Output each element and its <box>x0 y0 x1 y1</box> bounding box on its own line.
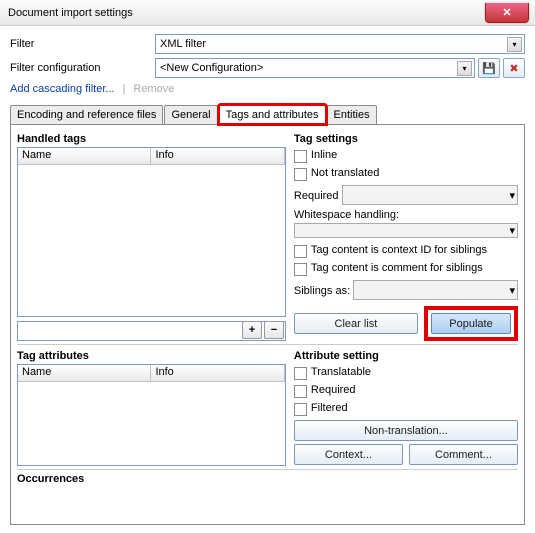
comment-checkbox[interactable] <box>294 263 307 276</box>
remove-tag-button[interactable]: − <box>264 321 284 339</box>
list-header: Name Info <box>18 365 285 382</box>
chevron-down-icon: ▾ <box>509 224 515 237</box>
filter-config-value: <New Configuration> <box>160 62 263 74</box>
siblings-as-combo[interactable]: ▾ <box>353 280 518 300</box>
divider <box>17 469 518 470</box>
comment-button[interactable]: Comment... <box>409 444 518 465</box>
context-id-checkbox[interactable] <box>294 245 307 258</box>
filter-config-combo[interactable]: <New Configuration> ▾ <box>155 58 475 78</box>
siblings-as-label: Siblings as: <box>294 285 350 297</box>
inline-label: Inline <box>311 149 337 161</box>
context-id-label: Tag content is context ID for siblings <box>311 244 487 256</box>
save-icon: 💾 <box>482 62 496 75</box>
attr-required-label: Required <box>311 384 356 396</box>
tab-panel: Handled tags Name Info + − Tag settings … <box>10 125 525 525</box>
whitespace-label: Whitespace handling: <box>294 209 518 221</box>
tab-tags-and-attributes[interactable]: Tags and attributes <box>219 105 326 124</box>
translatable-label: Translatable <box>311 366 371 378</box>
tab-entities[interactable]: Entities <box>327 105 377 124</box>
tab-general[interactable]: General <box>164 105 217 124</box>
save-config-button[interactable]: 💾 <box>478 58 500 78</box>
comment-label: Tag content is comment for siblings <box>311 262 483 274</box>
filtered-label: Filtered <box>311 402 348 414</box>
filter-links-row: Add cascading filter... | Remove <box>10 83 525 95</box>
clear-list-button[interactable]: Clear list <box>294 313 418 334</box>
tag-attributes-section: Tag attributes Name Info <box>17 348 286 466</box>
titlebar: Document import settings ✕ <box>0 0 535 26</box>
tab-encoding[interactable]: Encoding and reference files <box>10 105 163 124</box>
close-button[interactable]: ✕ <box>485 3 529 23</box>
chevron-down-icon: ▾ <box>509 284 515 297</box>
context-button[interactable]: Context... <box>294 444 403 465</box>
tag-add-remove: + − <box>17 321 286 339</box>
attribute-settings-section: Attribute setting Translatable Required … <box>290 348 518 466</box>
add-tag-button[interactable]: + <box>242 321 262 339</box>
col-info: Info <box>151 148 284 164</box>
add-cascading-filter-link[interactable]: Add cascading filter... <box>10 83 115 95</box>
tag-attributes-list[interactable]: Name Info <box>17 364 286 466</box>
col-info: Info <box>151 365 284 381</box>
required-label: Required <box>294 190 339 202</box>
not-translated-label: Not translated <box>311 167 379 179</box>
list-body <box>18 382 285 465</box>
attribute-settings-title: Attribute setting <box>294 350 518 362</box>
populate-highlight: Populate <box>424 306 518 341</box>
list-header: Name Info <box>18 148 285 165</box>
tab-bar: Encoding and reference files General Tag… <box>10 103 525 125</box>
content-area: Filter XML filter ▾ Filter configuration… <box>0 26 535 533</box>
required-combo[interactable]: ▾ <box>342 185 518 205</box>
attr-required-checkbox[interactable] <box>294 385 307 398</box>
separator: | <box>123 83 126 95</box>
delete-icon: ✖ <box>509 62 518 75</box>
remove-filter-link: Remove <box>133 83 174 95</box>
chevron-down-icon: ▾ <box>507 37 522 52</box>
occurrences-title: Occurrences <box>17 473 518 485</box>
filter-label: Filter <box>10 38 155 50</box>
handled-tags-section: Handled tags Name Info + − <box>17 131 286 341</box>
list-body <box>18 165 285 316</box>
translatable-checkbox[interactable] <box>294 367 307 380</box>
inline-checkbox[interactable] <box>294 150 307 163</box>
filter-combo[interactable]: XML filter ▾ <box>155 34 525 54</box>
filter-value: XML filter <box>160 38 206 50</box>
populate-button[interactable]: Populate <box>431 313 511 334</box>
window-title: Document import settings <box>8 7 133 19</box>
non-translation-button[interactable]: Non-translation... <box>294 420 518 441</box>
tab-label: Encoding and reference files <box>17 109 156 121</box>
chevron-down-icon: ▾ <box>457 61 472 76</box>
close-icon: ✕ <box>502 6 511 19</box>
col-name: Name <box>18 365 151 381</box>
not-translated-checkbox[interactable] <box>294 168 307 181</box>
whitespace-combo[interactable]: ▾ <box>294 223 518 238</box>
tab-label: Entities <box>334 109 370 121</box>
filtered-checkbox[interactable] <box>294 403 307 416</box>
tag-settings-title: Tag settings <box>294 133 518 145</box>
divider <box>17 344 518 345</box>
filter-config-label: Filter configuration <box>10 62 155 74</box>
minus-icon: − <box>271 324 277 336</box>
filter-config-row: Filter configuration <New Configuration>… <box>10 58 525 78</box>
handled-tags-title: Handled tags <box>17 133 286 145</box>
tag-settings-section: Tag settings Inline Not translated Requi… <box>290 131 518 341</box>
chevron-down-icon: ▾ <box>509 189 515 202</box>
tab-label: General <box>171 109 210 121</box>
plus-icon: + <box>249 324 255 336</box>
tab-label: Tags and attributes <box>226 109 319 121</box>
handled-tags-list[interactable]: Name Info <box>17 147 286 317</box>
col-name: Name <box>18 148 151 164</box>
filter-row: Filter XML filter ▾ <box>10 34 525 54</box>
tag-attributes-title: Tag attributes <box>17 350 286 362</box>
delete-config-button[interactable]: ✖ <box>503 58 525 78</box>
